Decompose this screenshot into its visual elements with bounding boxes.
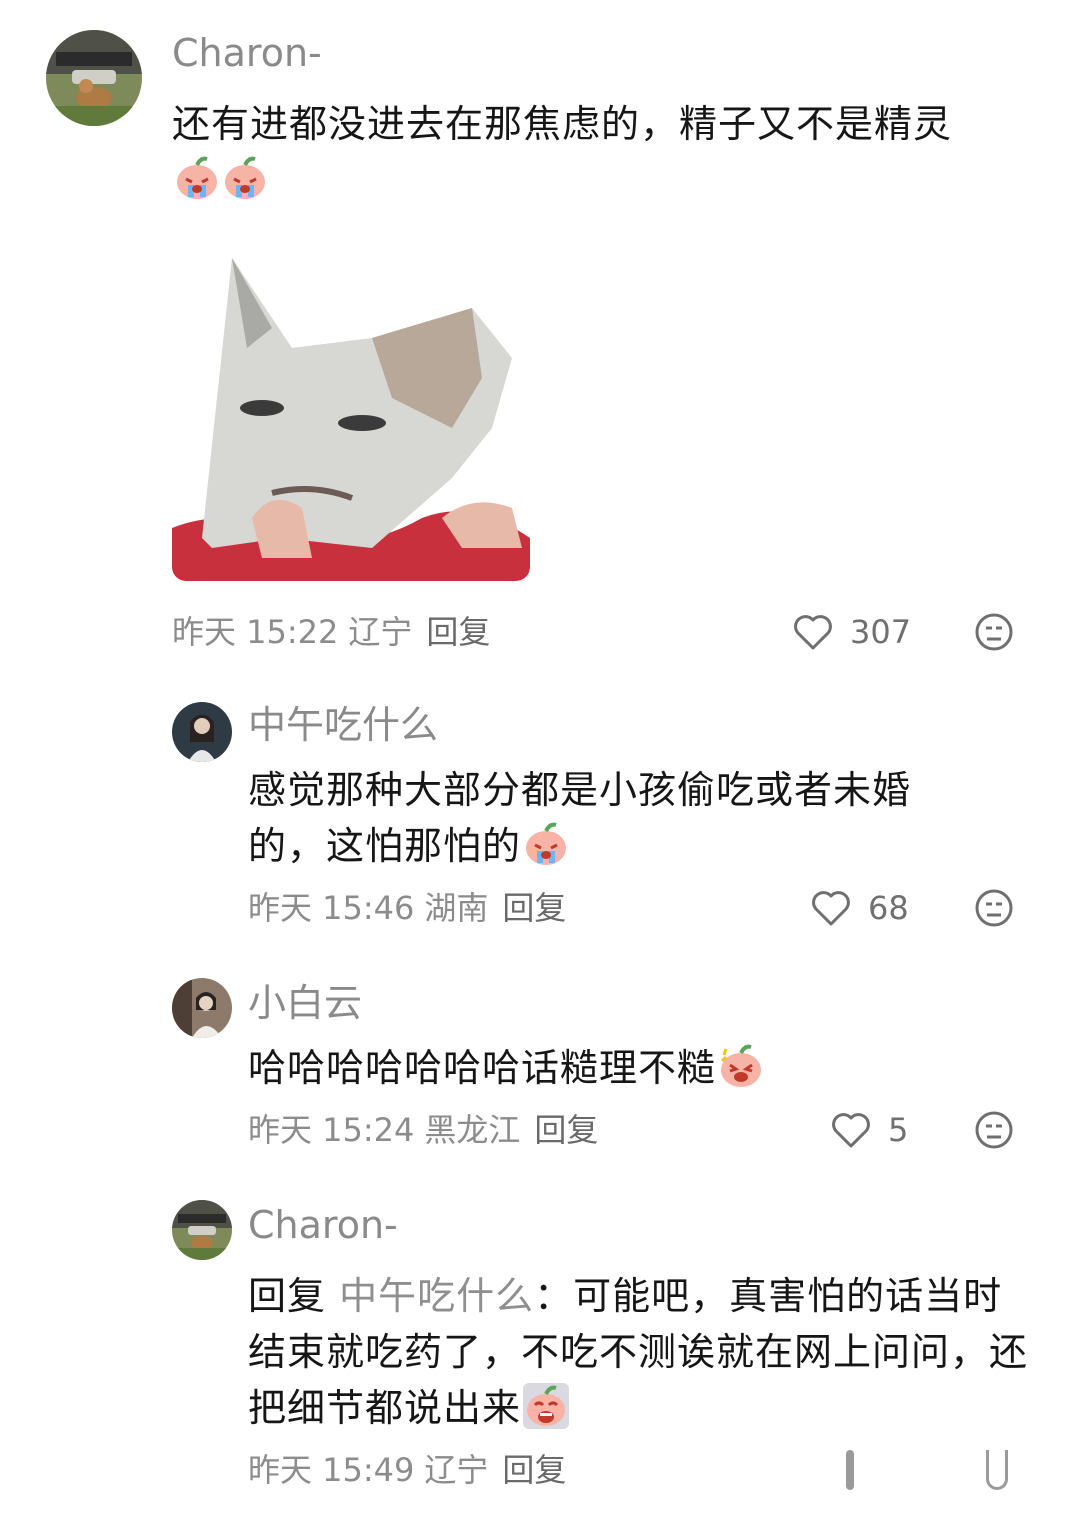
comment-meta: 昨天 15:46 湖南 回复	[248, 888, 566, 928]
cat-sticker-image[interactable]	[172, 238, 530, 581]
comment-text: 哈哈哈哈哈哈哈话糙理不糙	[248, 1040, 1028, 1096]
dislike-face-icon[interactable]	[974, 888, 1014, 928]
comment-text: 回复 中午吃什么：可能吧，真害怕的话当时结束就吃药了，不吃不测诶就在网上问问，还…	[248, 1274, 1029, 1430]
reply-button[interactable]: 回复	[534, 1111, 598, 1149]
comment-username[interactable]: 中午吃什么	[248, 702, 438, 748]
like-button[interactable]	[846, 1450, 854, 1490]
heart-icon	[794, 615, 832, 650]
sobbing-peach-emoji	[523, 1383, 570, 1429]
avatar[interactable]	[172, 1200, 232, 1260]
mention-link[interactable]: 中午吃什么	[339, 1274, 534, 1318]
avatar[interactable]	[46, 30, 142, 126]
heart-icon	[812, 891, 850, 926]
reply-button[interactable]: 回复	[502, 1451, 566, 1489]
like-count: 307	[850, 613, 912, 651]
comment-thread: Charon- 还有进都没进去在那焦虑的，精子又不是精灵 昨天 15:22 辽宁回…	[0, 0, 1080, 1516]
laughing-peach-emoji	[718, 1043, 764, 1089]
like-count: 68	[868, 889, 909, 927]
comment-time: 昨天 15:22	[172, 613, 339, 651]
comment-username[interactable]: Charon-	[248, 1202, 398, 1248]
dislike-face-icon[interactable]	[974, 1110, 1014, 1150]
like-button[interactable]: 68	[810, 888, 909, 928]
comment-text: 感觉那种大部分都是小孩偷吃或者未婚的，这怕那怕的	[248, 768, 912, 868]
avatar[interactable]	[172, 702, 232, 762]
comment-meta: 昨天 15:22 辽宁 回复	[172, 612, 490, 652]
crying-peach-emoji	[174, 155, 220, 201]
comment-username[interactable]: 小白云	[248, 980, 362, 1026]
like-count: 5	[888, 1111, 909, 1149]
crying-peach-emoji	[523, 821, 569, 867]
comment-location: 辽宁	[424, 1451, 489, 1489]
comment-time: 昨天 15:49	[248, 1451, 415, 1489]
like-button[interactable]: 5	[830, 1110, 908, 1150]
comment-time: 昨天 15:24	[248, 1111, 415, 1149]
crying-peach-emoji	[222, 155, 268, 201]
comment-username[interactable]: Charon-	[172, 30, 322, 76]
avatar[interactable]	[172, 978, 232, 1038]
reply-prefix: 回复	[248, 1274, 327, 1318]
heart-icon	[832, 1113, 870, 1148]
comment-location: 辽宁	[348, 613, 413, 651]
dislike-face-icon[interactable]	[986, 1450, 1008, 1490]
comment-text: 还有进都没进去在那焦虑的，精子又不是精灵	[172, 96, 1032, 208]
comment-location: 湖南	[424, 889, 489, 927]
comment-meta: 昨天 15:24 黑龙江 回复	[248, 1110, 598, 1150]
comment-meta: 昨天 15:49 辽宁 回复	[248, 1450, 566, 1490]
comment-location: 黑龙江	[424, 1111, 521, 1149]
reply-button[interactable]: 回复	[502, 889, 566, 927]
reply-button[interactable]: 回复	[426, 613, 490, 651]
comment-time: 昨天 15:46	[248, 889, 415, 927]
dislike-face-icon[interactable]	[974, 612, 1014, 652]
like-button[interactable]: 307	[792, 612, 911, 652]
